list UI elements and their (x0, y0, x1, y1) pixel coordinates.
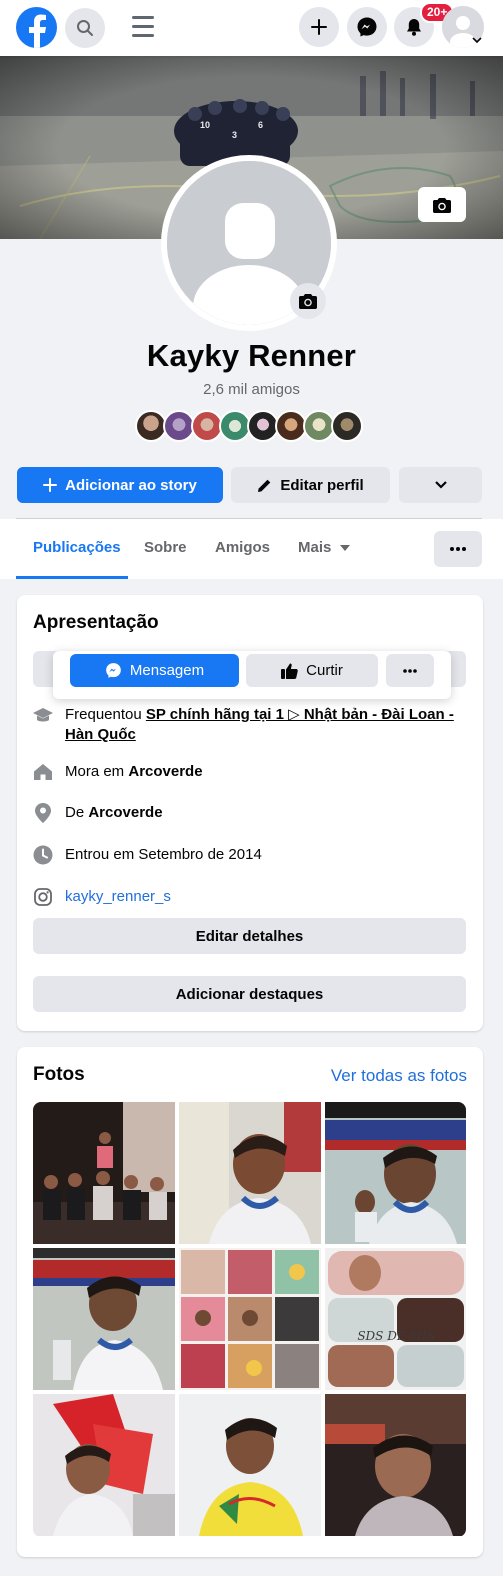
photo-thumbnail[interactable] (33, 1394, 175, 1536)
collage-caption: SDS DE MIS (357, 1329, 434, 1343)
photo-thumbnail[interactable] (179, 1394, 321, 1536)
friend-avatar[interactable] (331, 410, 363, 442)
lives-prefix: Mora em (65, 763, 129, 780)
tab-amigos[interactable]: Amigos (215, 539, 270, 556)
tab-mais[interactable]: Mais (298, 539, 350, 556)
ellipsis-icon (403, 668, 417, 673)
instagram-link[interactable]: kayky_renner_s (65, 887, 475, 907)
clock-icon (33, 845, 53, 865)
photo-thumbnail[interactable] (33, 1248, 175, 1390)
see-all-photos-link[interactable]: Ver todas as fotos (331, 1066, 467, 1086)
photo-thumbnail[interactable] (325, 1394, 466, 1536)
profile-actions-popup: Mensagem Curtir (53, 651, 451, 699)
photo-thumbnail[interactable]: SDS DE MIS (325, 1248, 466, 1390)
from-place-link[interactable]: Arcoverde (88, 804, 162, 821)
like-label: Curtir (306, 662, 343, 679)
profile-name: Kayky Renner (146, 338, 357, 373)
popup-more-button[interactable] (386, 654, 434, 687)
home-icon (33, 762, 53, 782)
friends-avatars[interactable] (135, 410, 363, 442)
messenger-button[interactable] (347, 7, 387, 47)
search-icon (77, 20, 93, 36)
caret-down-icon (339, 545, 350, 552)
bell-icon (407, 19, 421, 36)
add-to-story-label: Adicionar ao story (65, 476, 197, 494)
info-instagram: kayky_renner_s (33, 887, 463, 907)
facebook-f-icon (29, 14, 46, 48)
profile-tabs: Publicações Sobre Amigos Mais (0, 519, 503, 579)
photo-thumbnail[interactable] (33, 1102, 175, 1244)
create-button[interactable] (299, 7, 339, 47)
photo-thumbnail[interactable] (179, 1102, 321, 1244)
messenger-icon (105, 662, 122, 679)
photo-thumbnail[interactable] (179, 1248, 321, 1390)
like-button[interactable]: Curtir (246, 654, 378, 687)
camera-icon (299, 294, 317, 309)
intro-title: Apresentação (33, 612, 159, 633)
camera-icon (433, 197, 451, 213)
chevron-down-icon[interactable] (472, 36, 482, 44)
facebook-logo[interactable] (16, 7, 57, 48)
photo-thumbnail[interactable] (325, 1102, 466, 1244)
search-button[interactable] (65, 8, 105, 48)
edit-cover-button[interactable] (418, 187, 466, 222)
edit-profile-label: Editar perfil (280, 476, 364, 494)
info-from: De Arcoverde (33, 803, 463, 823)
studied-prefix: Frequentou (65, 706, 146, 723)
from-prefix: De (65, 804, 89, 821)
photos-title: Fotos (33, 1064, 85, 1085)
add-featured-button[interactable]: Adicionar destaques (33, 976, 466, 1012)
tab-mais-label: Mais (298, 539, 332, 556)
plus-icon (43, 478, 58, 492)
friends-count[interactable]: 2,6 mil amigos (0, 381, 503, 398)
thumbs-up-icon (281, 663, 298, 679)
more-options-button[interactable] (399, 467, 482, 503)
message-label: Mensagem (129, 662, 205, 679)
edit-details-button[interactable]: Editar detalhes (33, 918, 466, 954)
add-to-story-button[interactable]: Adicionar ao story (17, 467, 223, 503)
graduation-cap-icon (33, 705, 53, 725)
plus-icon (311, 19, 327, 35)
tabs-more-button[interactable] (434, 531, 482, 567)
tab-publicacoes[interactable]: Publicações (33, 539, 121, 556)
active-tab-indicator (16, 576, 128, 579)
message-button[interactable]: Mensagem (70, 654, 239, 687)
info-studied: Frequentou SP chính hãng tại 1 ▷ Nhật bả… (33, 705, 463, 745)
lives-place-link[interactable]: Arcoverde (128, 763, 202, 780)
chevron-down-icon (434, 481, 447, 489)
edit-profile-picture-button[interactable] (290, 283, 326, 319)
photo-grid: SDS DE MIS (33, 1102, 466, 1537)
edit-profile-button[interactable]: Editar perfil (231, 467, 390, 503)
top-navigation-bar: 20+ (0, 0, 503, 56)
messenger-icon (357, 17, 377, 37)
tab-sobre[interactable]: Sobre (144, 539, 187, 556)
info-lives: Mora em Arcoverde (33, 762, 463, 782)
location-pin-icon (33, 803, 53, 823)
joined-text: Entrou em Setembro de 2014 (65, 846, 262, 863)
pencil-icon (257, 478, 272, 493)
instagram-icon (33, 887, 53, 907)
hamburger-icon[interactable] (132, 16, 154, 38)
info-joined: Entrou em Setembro de 2014 (33, 845, 463, 865)
ellipsis-icon (450, 547, 466, 551)
